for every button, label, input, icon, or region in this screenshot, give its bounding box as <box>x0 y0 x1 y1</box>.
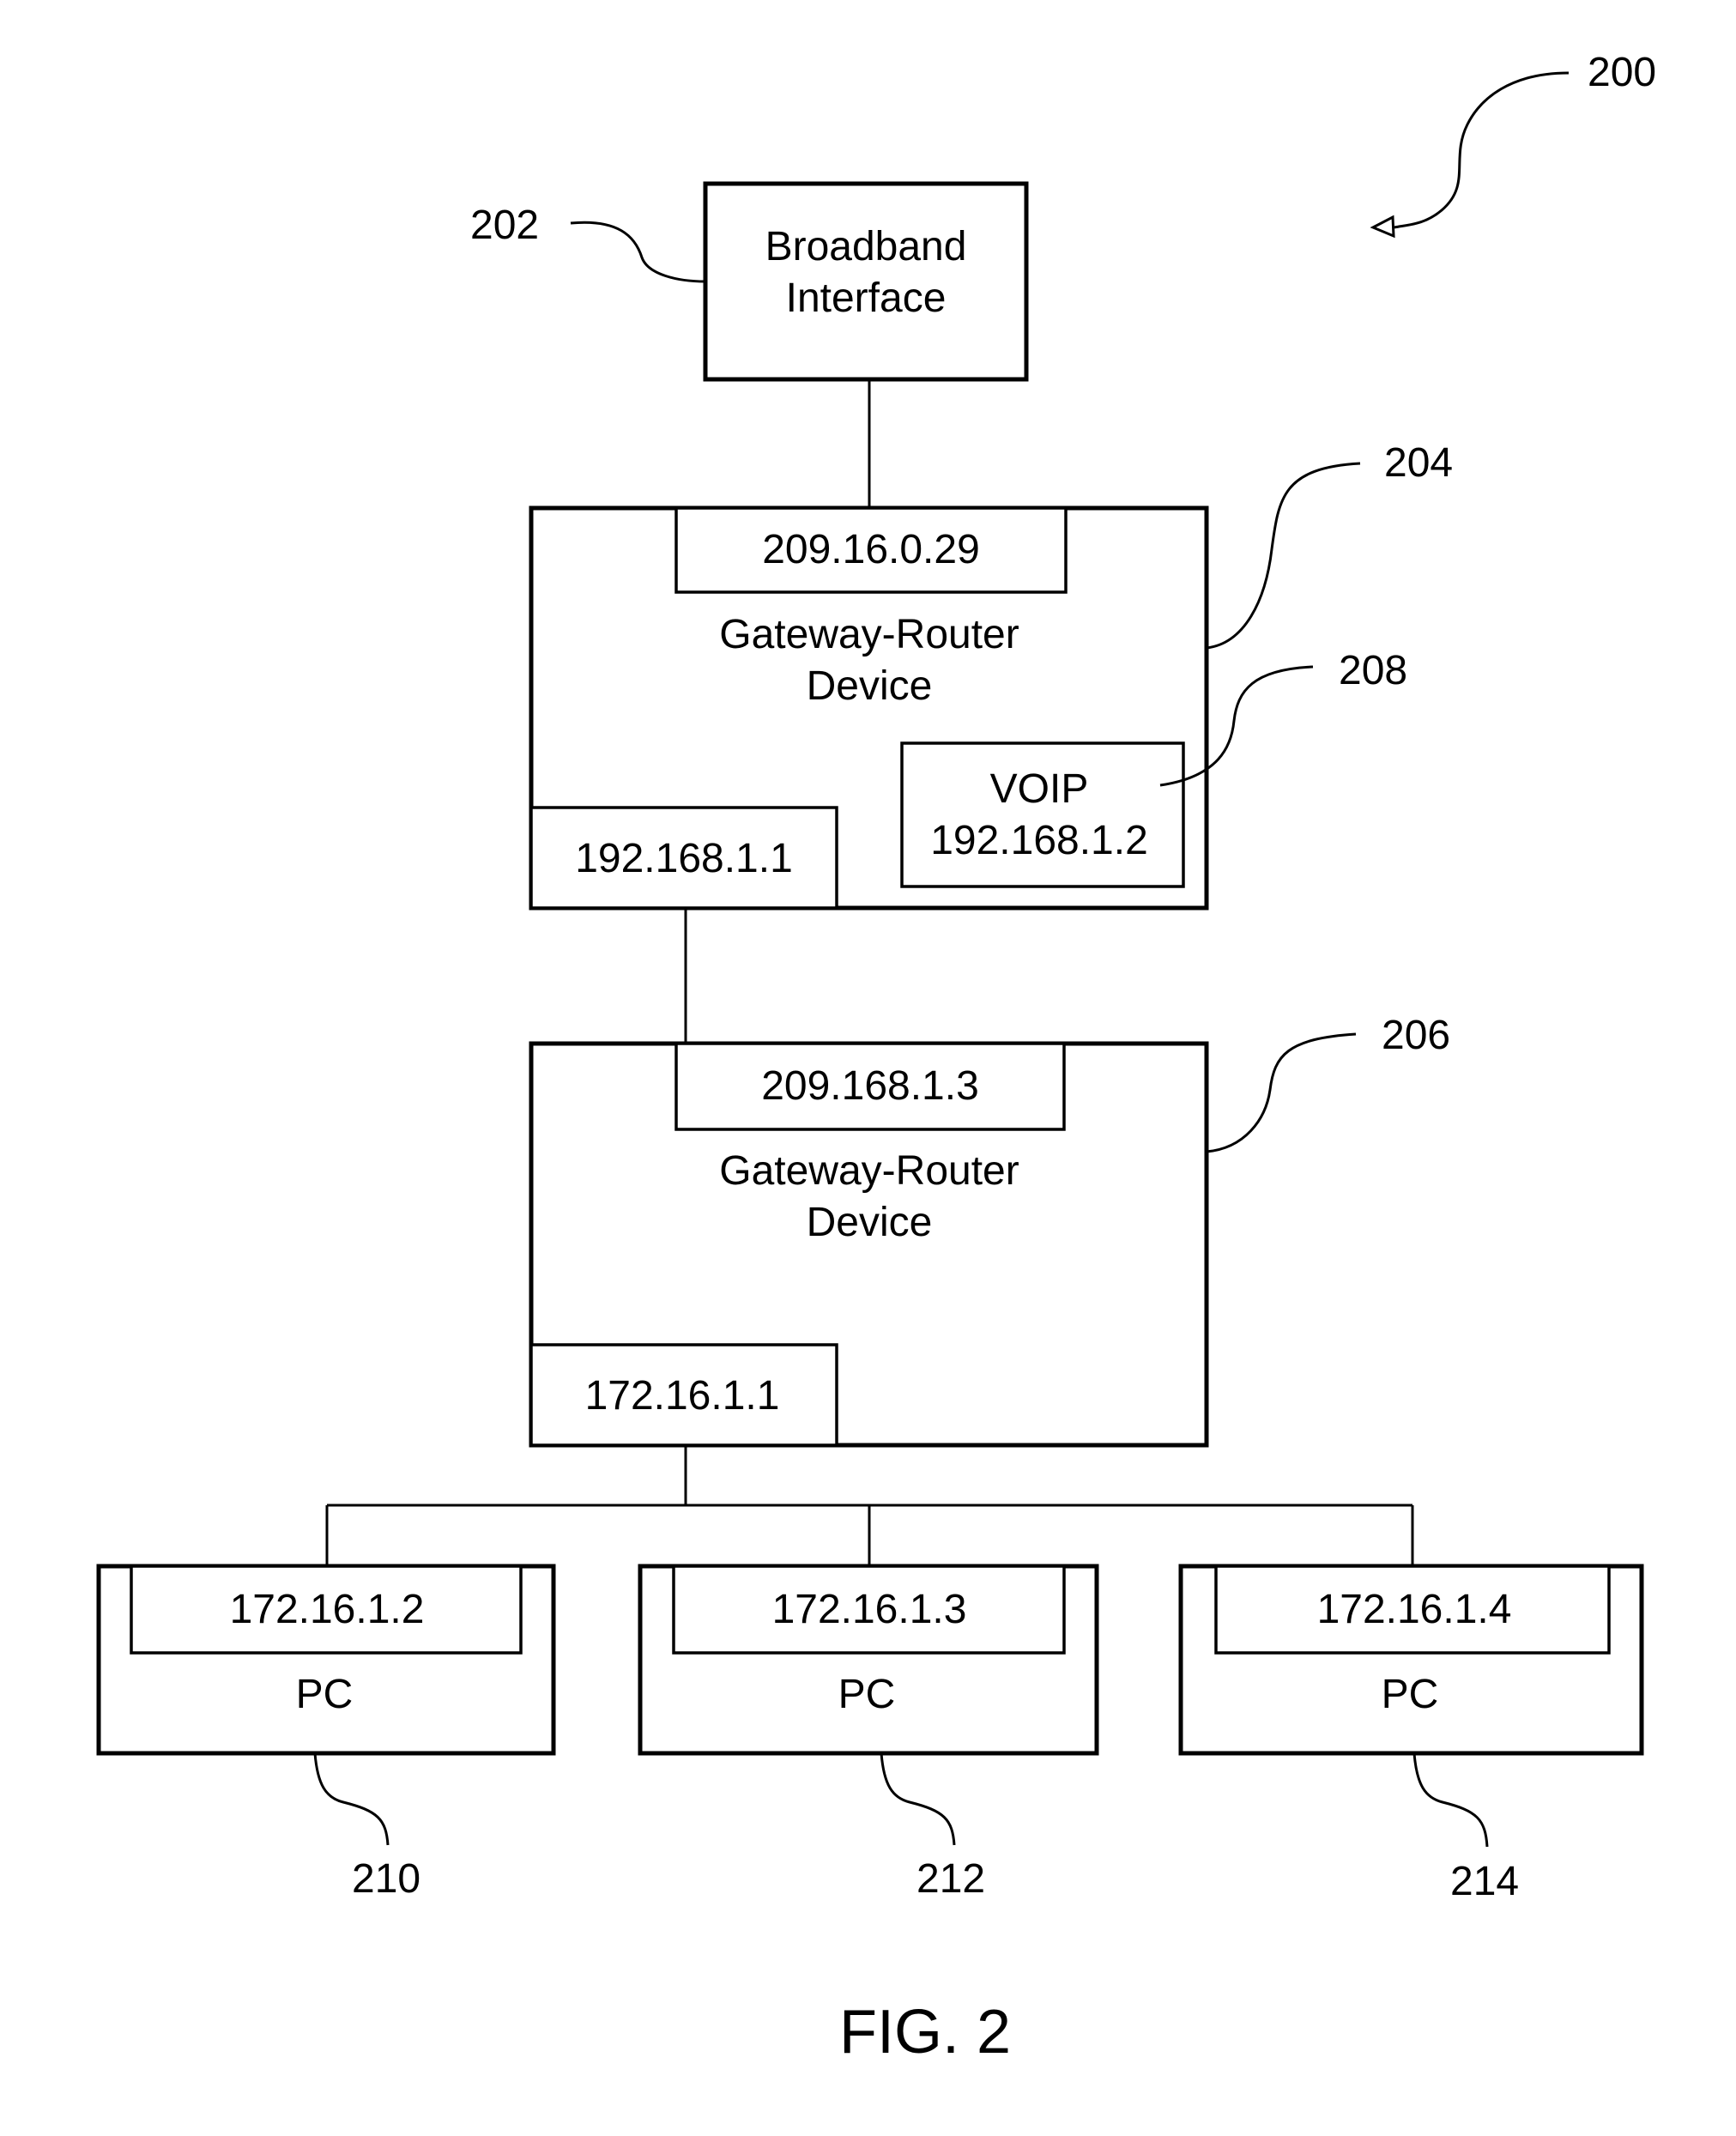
pc-ip: 172.16.1.2 <box>230 1587 425 1632</box>
ref-214: 214 <box>1450 1859 1519 1904</box>
ref-200-leader <box>1394 71 1570 229</box>
ref-212-leader <box>880 1752 956 1846</box>
figure-caption: FIG. 2 <box>839 1998 1011 2066</box>
router1-title-line2: Device <box>807 663 933 709</box>
ref-200: 200 <box>1588 50 1656 95</box>
ref-212: 212 <box>916 1856 985 1902</box>
pc-label: PC <box>1382 1672 1439 1717</box>
router1-title-line1: Gateway-Router <box>719 612 1019 657</box>
router2-wan-ip: 209.168.1.3 <box>761 1063 979 1109</box>
pc-ip: 172.16.1.3 <box>772 1587 967 1632</box>
broadband-label-line1: Broadband <box>765 224 967 269</box>
ref-202-leader <box>570 221 706 283</box>
ref-210: 210 <box>352 1856 420 1902</box>
pc-label: PC <box>296 1672 354 1717</box>
ref-206-leader <box>1206 1032 1357 1153</box>
router1-wan-ip: 209.16.0.29 <box>762 527 980 572</box>
router1-lan-ip: 192.168.1.1 <box>575 836 793 881</box>
ref-202: 202 <box>470 203 539 248</box>
ref-210-leader <box>313 1752 390 1846</box>
broadband-label-line2: Interface <box>786 275 947 321</box>
ref-206: 206 <box>1382 1013 1450 1058</box>
pc-ip: 172.16.1.4 <box>1317 1587 1512 1632</box>
router2-title-line2: Device <box>807 1200 933 1245</box>
ref-214-leader <box>1412 1752 1489 1848</box>
ref-208: 208 <box>1339 648 1407 693</box>
ref-204: 204 <box>1384 440 1453 486</box>
network-diagram: 200 Broadband Interface 202 209.16.0.29 … <box>96 50 1656 2066</box>
ref-200-arrowhead-icon <box>1370 215 1395 239</box>
voip-box <box>900 741 1185 888</box>
router2-lan-ip: 172.16.1.1 <box>585 1373 780 1419</box>
pc-label: PC <box>838 1672 896 1717</box>
router2-title-line1: Gateway-Router <box>719 1148 1019 1194</box>
voip-label: VOIP <box>990 766 1089 812</box>
ref-204-leader <box>1206 462 1361 650</box>
voip-ip: 192.168.1.2 <box>930 818 1148 863</box>
